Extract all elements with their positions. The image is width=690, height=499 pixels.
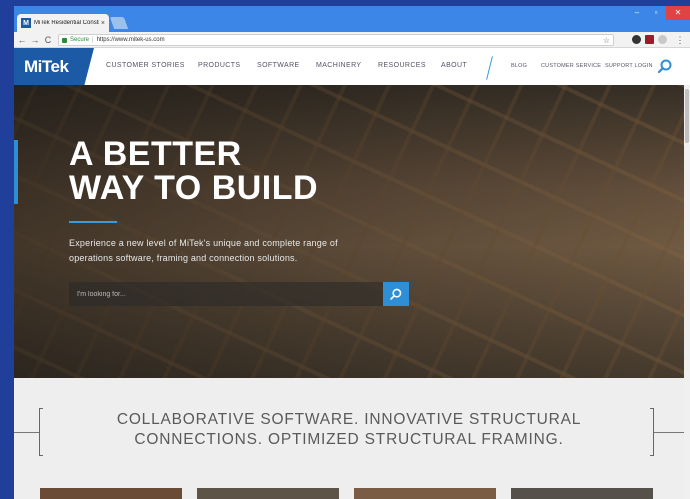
tagline-line: CONNECTIONS. OPTIMIZED STRUCTURAL FRAMIN… <box>134 431 564 448</box>
nav-support-login[interactable]: SUPPORT LOGIN <box>605 63 653 69</box>
bracket-line-left <box>14 432 39 433</box>
tagline-line: COLLABORATIVE SOFTWARE. INNOVATIVE STRUC… <box>116 411 582 428</box>
hero-title-line: A BETTER <box>69 135 242 173</box>
bracket-line-right <box>654 432 684 433</box>
mitek-logo[interactable]: MiTek <box>14 48 94 85</box>
browser-toolbar: ← → C Secure | https://www.mitek-us.com … <box>14 32 690 48</box>
nav-blog[interactable]: BLOG <box>511 63 527 69</box>
tagline-text: COLLABORATIVE SOFTWARE. INNOVATIVE STRUC… <box>74 410 624 450</box>
site-header: MiTek CUSTOMER STORIES PRODUCTS SOFTWARE… <box>14 48 690 85</box>
tab-close-icon[interactable]: × <box>101 20 105 27</box>
bracket-left <box>39 408 43 456</box>
hero-title-line: WAY TO BUILD <box>69 169 319 207</box>
page-scrollbar[interactable] <box>684 85 690 499</box>
extension-icon[interactable] <box>658 35 667 44</box>
close-window-button[interactable]: ✕ <box>666 6 690 20</box>
feature-thumbnail[interactable] <box>511 488 653 499</box>
hero-banner: A BETTER WAY TO BUILD Experience a new l… <box>14 85 690 378</box>
tab-title: MiTek Residential Constr <box>34 20 99 26</box>
address-bar[interactable]: Secure | https://www.mitek-us.com ☆ <box>58 34 614 46</box>
scrollbar-thumb[interactable] <box>685 89 689 143</box>
mitek-favicon-icon: M <box>21 18 31 28</box>
hero-search-field[interactable] <box>69 282 383 306</box>
feature-thumbnail[interactable] <box>354 488 496 499</box>
feature-thumbnail[interactable] <box>40 488 182 499</box>
browser-tab[interactable]: M MiTek Residential Constr × <box>17 14 109 32</box>
extension-icon[interactable] <box>632 35 641 44</box>
hero-title: A BETTER WAY TO BUILD <box>69 137 318 205</box>
browser-menu-icon[interactable]: ⋮ <box>675 34 685 46</box>
search-icon[interactable] <box>658 59 672 73</box>
extension-icon[interactable] <box>645 35 654 44</box>
maximize-button[interactable]: ▫ <box>647 6 665 20</box>
lock-icon <box>62 37 67 43</box>
browser-titlebar: M MiTek Residential Constr × – ▫ ✕ <box>14 6 690 32</box>
forward-arrow-icon[interactable]: → <box>30 34 40 46</box>
nav-machinery[interactable]: MACHINERY <box>316 62 361 69</box>
feature-thumbnail[interactable] <box>197 488 339 499</box>
nav-products[interactable]: PRODUCTS <box>198 62 240 69</box>
browser-window: M MiTek Residential Constr × – ▫ ✕ ← → C… <box>14 6 690 499</box>
hero-accent-bar <box>14 140 18 204</box>
url-separator: | <box>92 37 94 43</box>
hero-description: Experience a new level of MiTek's unique… <box>69 238 338 263</box>
nav-software[interactable]: SOFTWARE <box>257 62 300 69</box>
new-tab-button[interactable] <box>109 17 129 29</box>
logo-text: MiTek <box>24 56 69 76</box>
hero-search-input[interactable] <box>77 290 367 298</box>
nav-divider <box>486 56 493 80</box>
url-text: https://www.mitek-us.com <box>96 37 165 43</box>
nav-resources[interactable]: RESOURCES <box>378 62 426 69</box>
secure-label: Secure <box>70 37 90 43</box>
search-icon <box>390 288 402 300</box>
reload-icon[interactable]: C <box>43 34 53 46</box>
minimize-button[interactable]: – <box>628 6 646 20</box>
tagline-section: COLLABORATIVE SOFTWARE. INNOVATIVE STRUC… <box>14 378 684 499</box>
nav-customer-stories[interactable]: CUSTOMER STORIES <box>106 62 185 69</box>
hero-search-button[interactable] <box>383 282 409 306</box>
nav-about[interactable]: ABOUT <box>441 62 467 69</box>
hero-divider <box>69 221 117 223</box>
nav-customer-service[interactable]: CUSTOMER SERVICE <box>541 63 601 69</box>
bookmark-star-icon[interactable]: ☆ <box>603 35 610 46</box>
back-arrow-icon[interactable]: ← <box>17 34 27 46</box>
